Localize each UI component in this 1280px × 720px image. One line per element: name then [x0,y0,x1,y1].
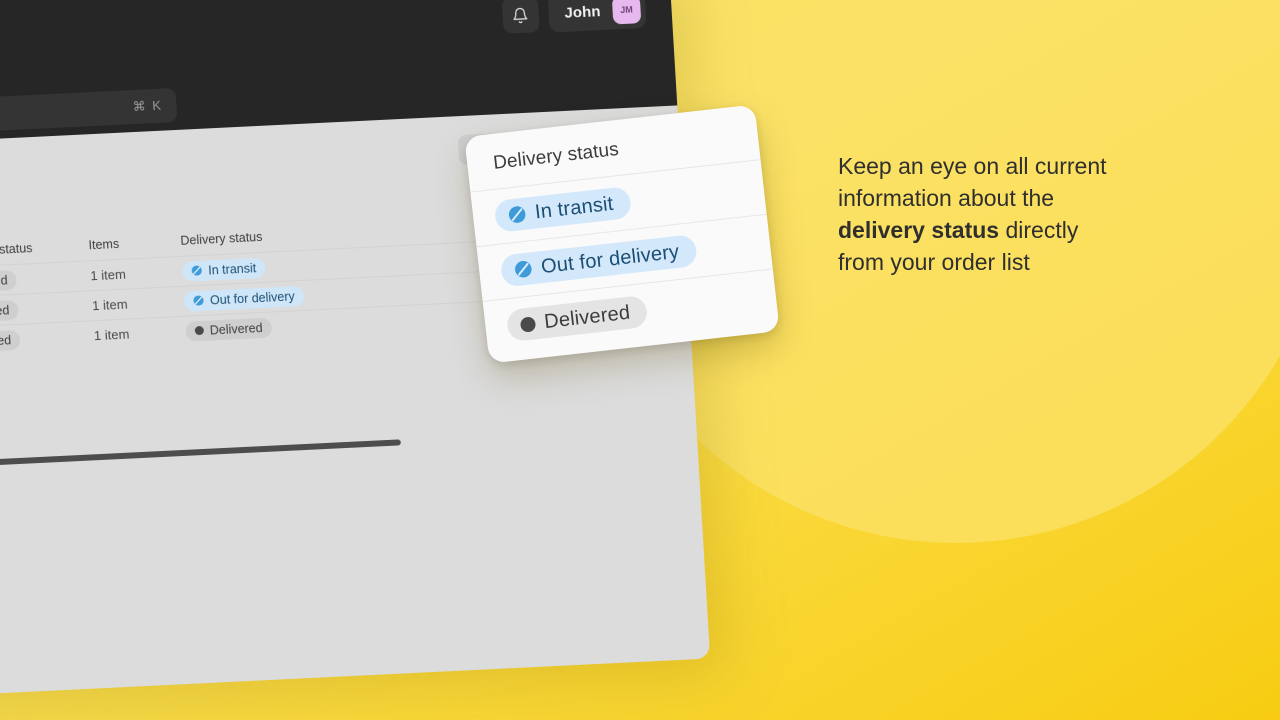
dot-icon [519,315,537,333]
cell-items: 1 item [93,326,130,344]
option-label: Delivered [543,301,632,333]
delivery-status-popup: Delivery status In transit Out for deliv… [464,104,780,364]
option-badge: Delivered [505,294,649,343]
delivery-status-badge: Delivered [185,317,273,342]
delivery-status-label: Out for delivery [209,288,296,307]
user-name: John [563,2,602,22]
copy-line-2: information about the [838,185,1055,211]
notifications-button[interactable] [501,0,540,34]
dashboard-window: John JM ⌘ K Export Create order Total [0,0,711,709]
fulfillment-status-badge: Fulfilled [0,269,18,294]
cell-items: 1 item [91,296,128,314]
slash-circle-icon [513,259,533,279]
delivery-status-badge: Out for delivery [183,285,305,312]
user-menu[interactable]: John JM [547,0,647,33]
option-label: In transit [533,192,615,223]
column-header-delivery-status: Delivery status [180,229,263,248]
cell-fulfillment-status: Fulfilled [0,296,93,324]
fulfillment-status-label: Fulfilled [0,302,10,319]
column-header-fulfillment-status: Fulfillment status [0,241,33,260]
slash-circle-icon [191,265,203,277]
marketing-copy: Keep an eye on all current information a… [838,150,1178,278]
option-label: Out for delivery [539,240,681,278]
slash-circle-icon [193,295,205,307]
copy-line-1: Keep an eye on all current [838,153,1107,179]
bell-icon [511,6,529,24]
copy-bold-phrase: delivery status [838,217,1000,243]
promo-canvas: John JM ⌘ K Export Create order Total [0,0,1280,720]
cell-delivery-status: In transit [181,254,343,282]
cell-fulfillment-status: Fulfilled [0,326,95,354]
copy-after-bold: directly [999,217,1079,243]
cell-delivery-status: Out for delivery [183,283,344,312]
delivery-status-label: In transit [207,260,257,278]
horizontal-scrollbar[interactable] [0,439,401,480]
fulfillment-status-label: Fulfilled [0,272,8,289]
fulfillment-status-badge: Fulfilled [0,299,19,324]
slash-circle-icon [507,205,527,225]
delivery-status-label: Delivered [209,320,263,338]
delivery-status-badge: In transit [181,257,266,282]
dashboard-mockup: John JM ⌘ K Export Create order Total [0,0,711,709]
avatar: JM [611,0,642,25]
cell-items: 1 item [89,266,127,284]
dot-icon [194,325,205,336]
search-shortcut-hint: ⌘ K [132,97,163,115]
fulfillment-status-badge: Fulfilled [0,329,21,354]
cell-fulfillment-status: Fulfilled [0,266,91,294]
option-badge: In transit [493,185,632,233]
cell-delivery-status: Delivered [185,313,346,342]
fulfillment-status-label: Fulfilled [0,332,12,349]
column-header-items: Items [88,236,120,253]
copy-line-4: from your order list [838,249,1030,275]
